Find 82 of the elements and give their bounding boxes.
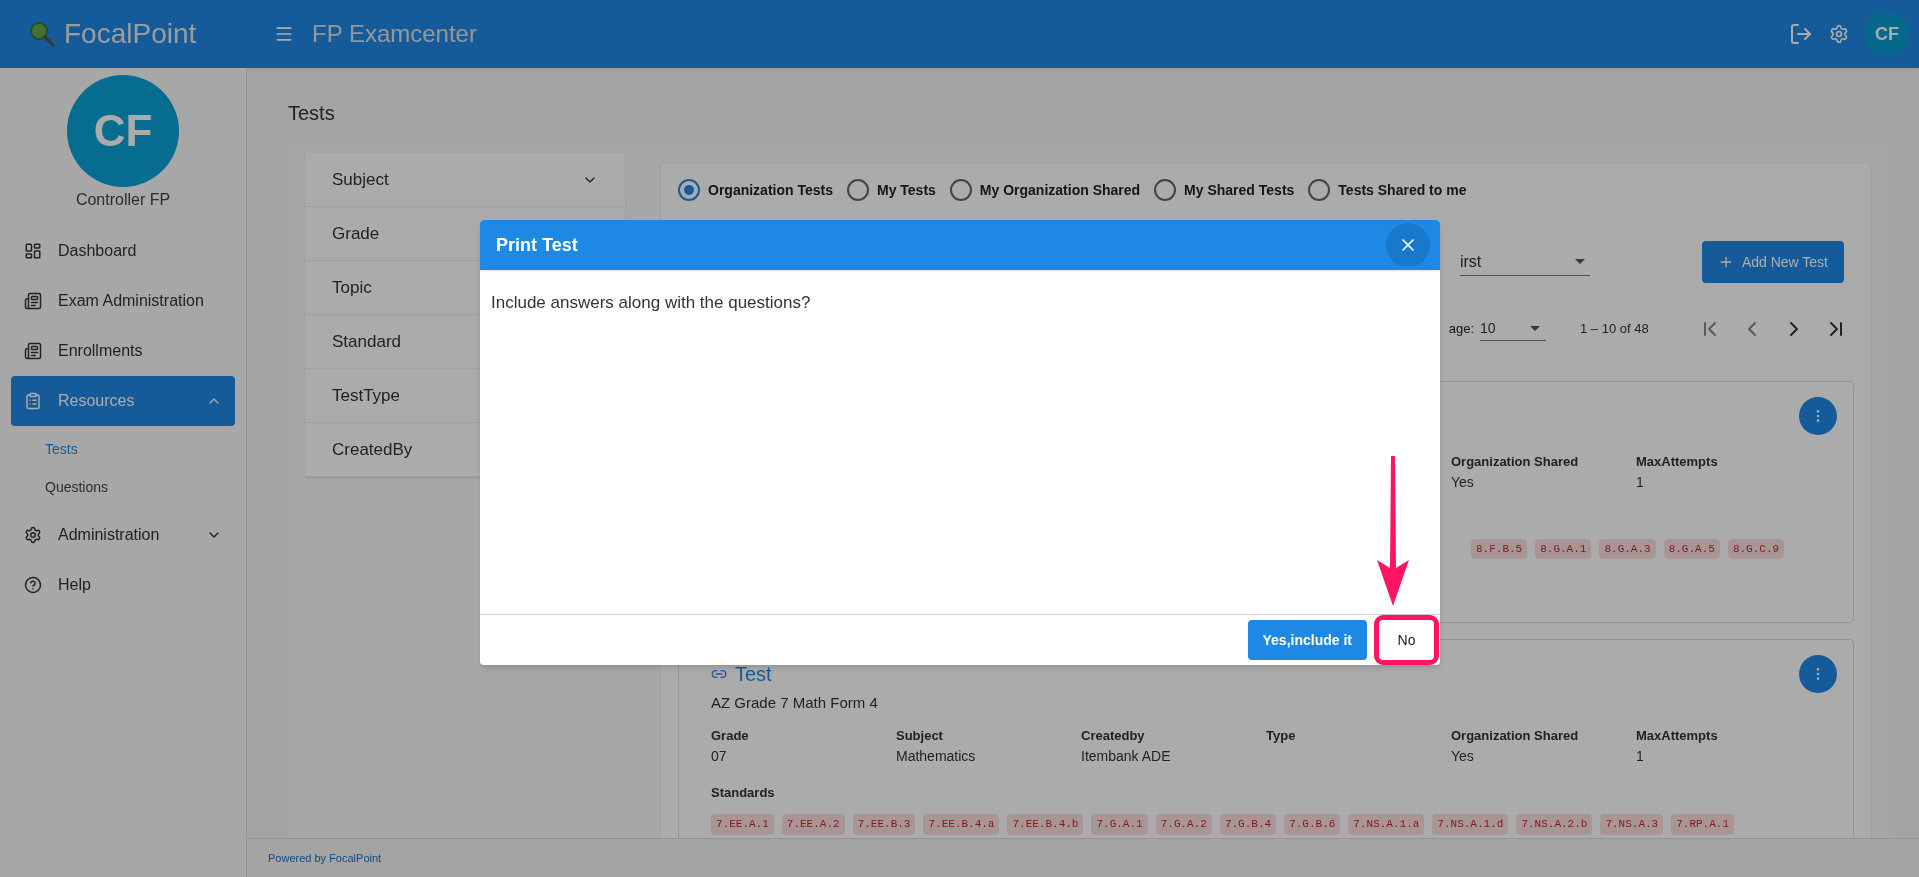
field-value: Mathematics [896, 746, 977, 766]
profile-avatar: CF [67, 75, 179, 187]
standard-tag: 7.NS.A.3 [1600, 814, 1664, 835]
standard-tag: 7.G.B.4 [1219, 814, 1277, 835]
radio-label: My Organization Shared [979, 180, 1141, 200]
field-value: Itembank ADE [1081, 746, 1172, 766]
app-title: FP Examcenter [312, 19, 477, 49]
field-value: 1 [1636, 472, 1645, 492]
book-icon [24, 342, 42, 360]
filter-panel[interactable]: Subject [305, 153, 625, 207]
standard-tag: 7.G.B.6 [1284, 814, 1341, 835]
settings-icon [24, 526, 42, 544]
dropdown-icon [1530, 326, 1540, 331]
logo-icon [28, 20, 56, 48]
standard-tag: 7.EE.B.4.b [1007, 814, 1084, 835]
field-value: Yes [1451, 472, 1475, 492]
nav-item[interactable]: Administration [11, 510, 235, 560]
sort-select[interactable]: irst [1459, 248, 1590, 276]
standard-tag: 7.NS.A.1.d [1432, 814, 1509, 835]
field-label: Subject [896, 727, 944, 745]
radio-button[interactable] [1154, 179, 1177, 201]
more-button[interactable] [1799, 397, 1837, 435]
help-icon [24, 576, 42, 594]
field-label: MaxAttempts [1636, 727, 1719, 745]
page-size-label: age: [1448, 320, 1474, 339]
radio-button[interactable] [949, 179, 972, 201]
close-button[interactable] [1386, 223, 1430, 267]
dialog-title: Print Test [496, 233, 578, 257]
nav-item[interactable]: Dashboard [11, 226, 235, 276]
more-button[interactable] [1799, 655, 1837, 693]
powered-by-text: Powered by FocalPoint [268, 850, 382, 866]
standard-tag: 8.G.A.3 [1599, 538, 1656, 559]
standard-tag: 8.G.A.5 [1663, 538, 1720, 559]
standard-tag: 7.EE.B.4.a [923, 814, 1000, 835]
test-name: AZ Grade 7 Math Form 4 [711, 693, 879, 713]
radio-label: Tests Shared to me [1338, 180, 1467, 200]
radio-button[interactable] [847, 179, 869, 201]
confirm-button[interactable]: Yes,include it [1247, 620, 1367, 660]
standard-tag: 7.NS.A.1.a [1348, 814, 1425, 835]
logout-button[interactable] [1789, 22, 1813, 46]
standard-tag: 7.RP.A.1 [1671, 814, 1734, 835]
page-size-select[interactable]: 10 [1480, 317, 1546, 341]
menu-icon [274, 24, 294, 44]
user-name: Controller FP [75, 190, 171, 210]
field-value: Yes [1451, 746, 1475, 766]
settings-icon [1829, 24, 1849, 44]
brand-name: FocalPoint [64, 17, 197, 51]
field-label: Grade [711, 727, 750, 745]
radio-button[interactable] [678, 179, 700, 201]
radio-button[interactable] [1308, 179, 1331, 201]
nav-item[interactable]: Enrollments [11, 326, 235, 376]
standard-tag: 7.G.A.2 [1155, 814, 1212, 835]
radio-label: My Tests [877, 180, 936, 200]
dropdown-icon [1574, 259, 1585, 264]
standard-tag: 7.EE.A.2 [781, 814, 845, 835]
field-value: 07 [711, 746, 728, 766]
standard-tag: 8.F.B.5 [1471, 538, 1528, 559]
standard-tag: 7.G.A.1 [1091, 814, 1148, 835]
logout-icon [1789, 22, 1813, 46]
standard-tag: 8.G.A.1 [1535, 538, 1592, 559]
field-label: Organization Shared [1451, 727, 1580, 745]
standard-tag: 8.G.C.9 [1727, 538, 1785, 559]
clipboard-icon [24, 392, 42, 410]
radio-label: My Shared Tests [1184, 180, 1295, 200]
field-label: Type [1266, 727, 1297, 745]
nav-item[interactable]: Help [11, 560, 235, 610]
standard-tag: 7.EE.A.1 [711, 814, 774, 835]
dashboard-icon [24, 242, 42, 260]
standard-tag: 7.EE.B.3 [852, 814, 916, 835]
nav-subitem[interactable]: Questions [45, 468, 246, 506]
field-label: Createdby [1081, 727, 1146, 745]
radio-label: Organization Tests [708, 180, 833, 200]
nav-item[interactable]: Exam Administration [11, 276, 235, 326]
field-label: Organization Shared [1451, 453, 1580, 471]
field-value: 1 [1636, 746, 1645, 766]
book-icon [24, 292, 42, 310]
field-label: MaxAttempts [1636, 453, 1719, 471]
page-title: Tests [288, 101, 336, 126]
settings-button[interactable] [1829, 24, 1849, 44]
standard-tag: 7.NS.A.2.b [1516, 814, 1593, 835]
standards-label: Standards [711, 783, 776, 802]
page-range: 1 – 10 of 48 [1580, 320, 1650, 339]
